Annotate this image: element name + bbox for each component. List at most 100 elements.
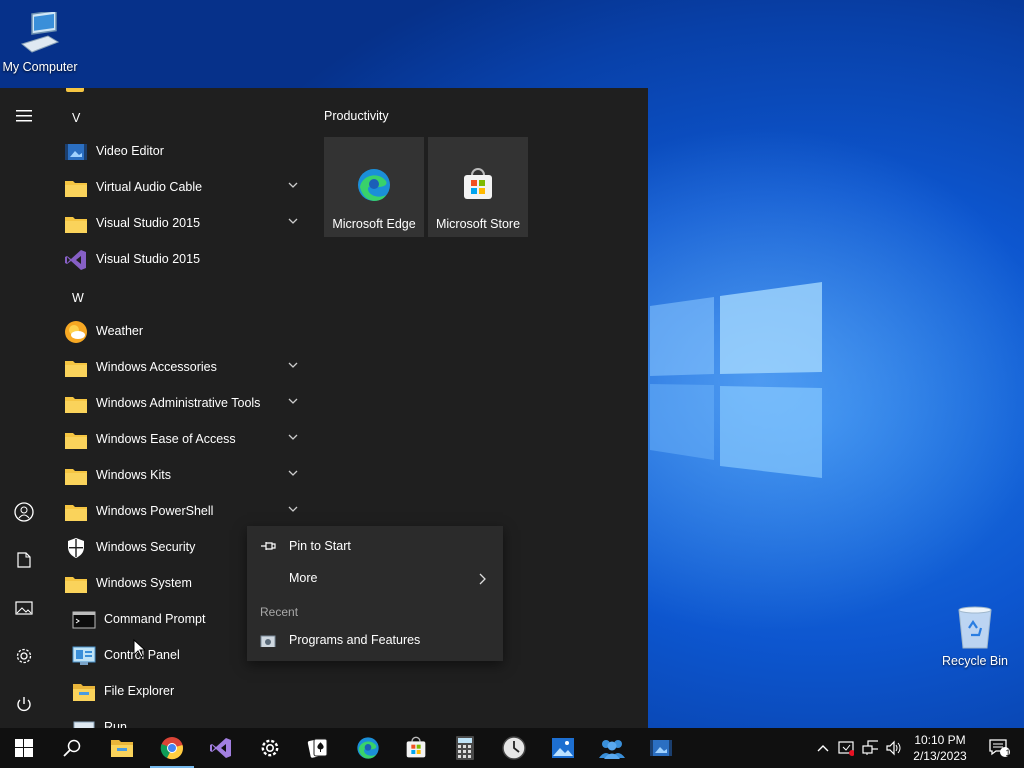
store-icon — [406, 736, 426, 758]
taskbar-visual-studio[interactable] — [197, 728, 245, 768]
programs-and-features-icon — [260, 635, 276, 647]
settings-button[interactable] — [0, 632, 48, 680]
section-letter-w[interactable]: W — [72, 280, 84, 316]
app-run[interactable]: Run — [48, 710, 310, 728]
visual-studio-icon — [64, 248, 88, 272]
folder-icon — [64, 428, 88, 452]
taskbar: 10:10 PM 2/13/2023 1 — [0, 728, 1024, 768]
folder-icon — [64, 176, 88, 200]
video-editor-icon — [650, 740, 672, 756]
app-label: Run — [104, 720, 127, 728]
taskbar-store[interactable] — [392, 728, 440, 768]
security-alert-icon[interactable] — [838, 740, 854, 756]
folder-icon — [64, 392, 88, 416]
start-button[interactable] — [0, 728, 48, 768]
search-icon — [63, 739, 81, 757]
app-visual-studio-2015[interactable]: Visual Studio 2015 — [48, 242, 310, 278]
user-account-button[interactable] — [0, 488, 48, 536]
app-label: Windows Ease of Access — [96, 432, 236, 446]
app-video-editor[interactable]: Video Editor — [48, 134, 310, 170]
documents-button[interactable] — [0, 536, 48, 584]
app-folder-virtual-audio-cable[interactable]: Virtual Audio Cable — [48, 170, 310, 206]
volume-icon[interactable] — [885, 740, 901, 756]
file-explorer-icon — [72, 680, 96, 704]
recent-item-programs-and-features[interactable]: Programs and Features — [247, 624, 503, 656]
menu-icon — [16, 110, 32, 122]
tile-group-title[interactable]: Productivity — [324, 109, 389, 123]
app-folder-windows-administrative-tools[interactable]: Windows Administrative Tools — [48, 386, 310, 422]
chevron-right-icon — [479, 573, 486, 585]
app-label: Virtual Audio Cable — [96, 180, 203, 194]
app-folder-windows-ease-of-access[interactable]: Windows Ease of Access — [48, 422, 310, 458]
app-file-explorer[interactable]: File Explorer — [48, 674, 310, 710]
desktop-icon-recycle-bin[interactable]: Recycle Bin — [935, 602, 1015, 668]
app-weather[interactable]: Weather — [48, 314, 310, 350]
notification-count: 1 — [1005, 748, 1011, 758]
taskbar-video-editor[interactable] — [637, 728, 685, 768]
visual-studio-icon — [210, 738, 231, 758]
pictures-button[interactable] — [0, 584, 48, 632]
app-folder-windows-kits[interactable]: Windows Kits — [48, 458, 310, 494]
command-prompt-icon — [72, 608, 96, 632]
power-button[interactable] — [0, 680, 48, 728]
tile-microsoft-store[interactable]: Microsoft Store — [428, 137, 528, 237]
documents-icon — [17, 552, 31, 568]
chevron-down-icon — [288, 470, 298, 476]
calculator-icon — [456, 736, 474, 760]
taskbar-chrome[interactable] — [148, 728, 196, 768]
taskbar-clock[interactable]: 10:10 PM 2/13/2023 — [904, 732, 976, 764]
tile-label: Microsoft Edge — [332, 217, 416, 231]
folder-icon — [64, 464, 88, 488]
app-label: Visual Studio 2015 — [96, 216, 201, 230]
app-folder-visual-studio-2015[interactable]: Visual Studio 2015 — [48, 206, 310, 242]
action-center-button[interactable]: 1 — [980, 728, 1020, 768]
desktop-icon-my-computer[interactable]: My Computer — [0, 8, 80, 74]
network-icon[interactable] — [862, 740, 878, 756]
chevron-down-icon — [288, 506, 298, 512]
pin-to-start-menu-item[interactable]: Pin to Start — [247, 530, 503, 562]
app-label: Windows PowerShell — [96, 504, 214, 518]
video-editor-icon — [64, 140, 88, 164]
taskbar-solitaire[interactable] — [294, 728, 342, 768]
app-label: File Explorer — [104, 684, 175, 698]
clock-date: 2/13/2023 — [913, 749, 967, 763]
chevron-down-icon — [288, 398, 298, 404]
taskbar-calculator[interactable] — [441, 728, 489, 768]
edge-icon — [358, 169, 390, 201]
windows-logo-wallpaper — [650, 282, 822, 478]
chevron-up-icon[interactable] — [816, 740, 832, 756]
taskbar-photos[interactable] — [539, 728, 587, 768]
app-folder-windows-accessories[interactable]: Windows Accessories — [48, 350, 310, 386]
taskbar-file-explorer[interactable] — [98, 728, 146, 768]
expand-menu-button[interactable] — [0, 92, 48, 140]
photos-icon — [552, 738, 574, 758]
computer-icon — [20, 12, 60, 53]
folder-icon — [64, 572, 88, 596]
app-label: Windows Security — [96, 540, 196, 554]
context-menu: Pin to Start More Recent Programs and Fe… — [247, 526, 503, 661]
tile-microsoft-edge[interactable]: Microsoft Edge — [324, 137, 424, 237]
taskbar-clock-app[interactable] — [490, 728, 538, 768]
menu-item-label: Pin to Start — [289, 539, 351, 553]
shield-icon — [64, 536, 88, 560]
desktop-icon-label: My Computer — [2, 60, 78, 74]
app-label: Visual Studio 2015 — [96, 252, 201, 266]
start-icon — [15, 739, 33, 757]
taskbar-settings[interactable] — [246, 728, 294, 768]
pin-icon — [261, 542, 276, 550]
folder-icon — [64, 500, 88, 524]
control-panel-icon — [72, 644, 96, 668]
taskbar-edge[interactable] — [344, 728, 392, 768]
user-icon — [14, 502, 34, 522]
search-button[interactable] — [48, 728, 96, 768]
app-folder-windows-powershell[interactable]: Windows PowerShell — [48, 494, 310, 530]
run-icon — [72, 716, 96, 728]
taskbar-people[interactable] — [588, 728, 636, 768]
weather-icon — [64, 320, 88, 344]
settings-icon — [261, 739, 279, 757]
folder-icon — [66, 88, 84, 92]
settings-icon — [16, 648, 32, 664]
chrome-icon — [160, 737, 183, 760]
more-menu-item[interactable]: More — [247, 562, 503, 594]
section-letter-v[interactable]: V — [72, 100, 80, 136]
